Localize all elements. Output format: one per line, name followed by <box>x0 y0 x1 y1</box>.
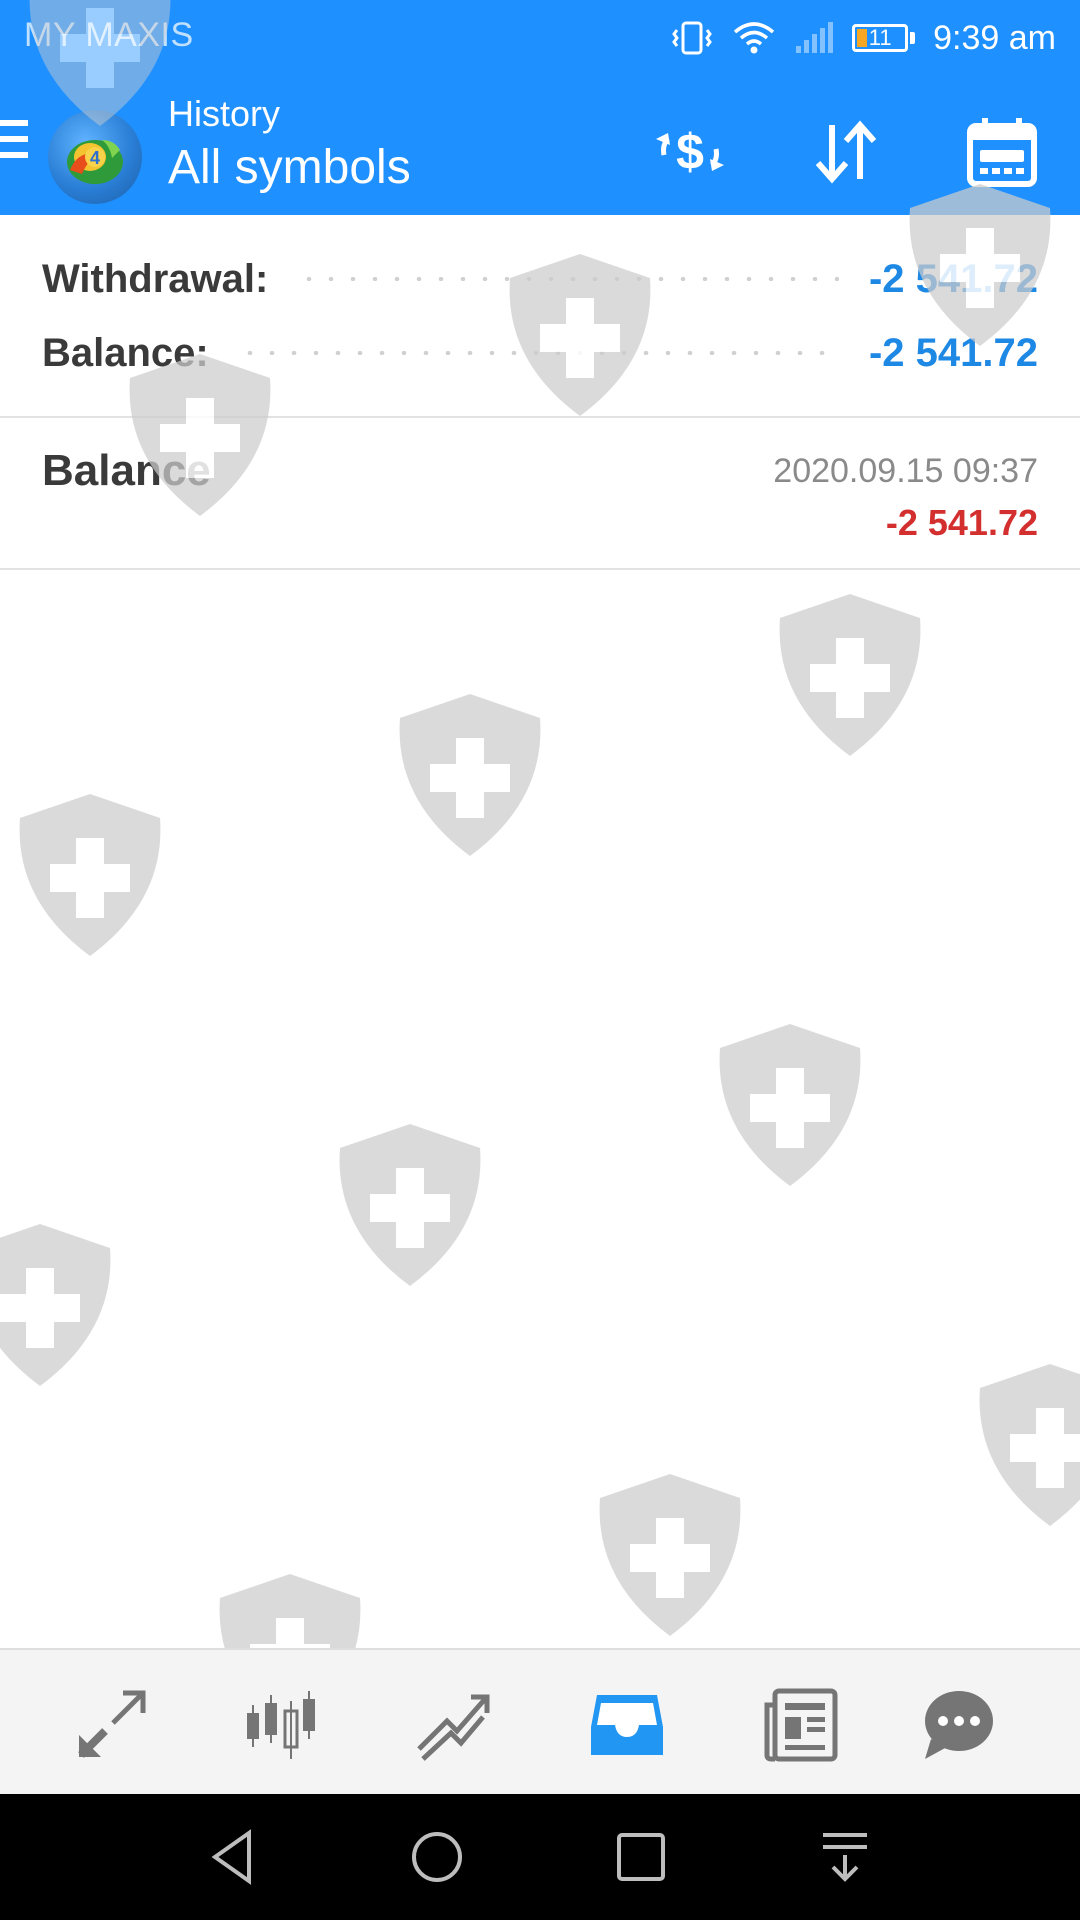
watermark-shield-icon <box>779 594 921 756</box>
watermark-shield-icon <box>0 1224 111 1386</box>
dotted-leader <box>238 351 839 355</box>
quotes-icon <box>78 1690 146 1758</box>
status-icons: 11 9:39 am <box>670 10 1056 66</box>
app-bar: 4 History All symbols $ <box>0 76 1080 215</box>
deposit-withdraw-button[interactable]: $ <box>648 110 732 194</box>
chart-icon <box>247 1691 315 1759</box>
vibrate-icon <box>672 21 713 55</box>
dotted-leader <box>298 277 839 281</box>
signal-icon <box>796 22 834 53</box>
news-icon <box>764 1688 838 1762</box>
wifi-icon <box>734 22 775 54</box>
summary-row-balance: Balance: -2 541.72 <box>42 323 1038 383</box>
clock: 9:39 am <box>933 18 1056 57</box>
history-item[interactable]: Balance 2020.09.15 09:37 -2 541.72 <box>0 418 1080 570</box>
recents-icon <box>617 1833 665 1881</box>
summary-value: -2 541.72 <box>868 256 1038 301</box>
menu-icon-line <box>0 152 28 158</box>
messages-icon <box>925 1691 993 1759</box>
watermark-shield-icon <box>719 1024 861 1186</box>
tab-news[interactable] <box>756 1680 846 1770</box>
summary-value: -2 541.72 <box>868 330 1038 375</box>
battery-icon: 11 <box>852 24 909 52</box>
tab-messages[interactable] <box>914 1680 1004 1770</box>
page-subtitle: History <box>168 93 281 134</box>
summary-label: Withdrawal: <box>42 256 269 301</box>
summary-section: Withdrawal: -2 541.72 Balance: -2 541.72 <box>0 215 1080 418</box>
menu-icon-line <box>0 136 28 142</box>
header: MY MAXIS 11 9:39 am 4 History All symbol… <box>0 0 1080 215</box>
tab-trade[interactable] <box>408 1680 498 1770</box>
nav-notifications-button[interactable] <box>810 1822 880 1892</box>
watermark-shield-icon <box>19 794 161 956</box>
calendar-button[interactable] <box>960 110 1044 194</box>
home-icon <box>412 1832 462 1882</box>
screen: MY MAXIS 11 9:39 am 4 History All symbol… <box>0 0 1080 1920</box>
svg-text:$: $ <box>676 124 704 180</box>
tab-chart[interactable] <box>236 1680 326 1770</box>
watermark-shield-icon <box>399 694 541 856</box>
menu-icon-line <box>0 120 28 126</box>
battery-level: 11 <box>868 25 892 50</box>
nav-home-button[interactable] <box>402 1822 472 1892</box>
summary-row-withdrawal: Withdrawal: -2 541.72 <box>42 249 1038 309</box>
nav-back-button[interactable] <box>198 1822 268 1892</box>
pull-down-icon <box>823 1833 867 1882</box>
title-block: History All symbols <box>168 92 411 197</box>
watermark-shield-icon <box>979 1364 1080 1526</box>
app-logo: 4 <box>48 110 142 204</box>
calendar-icon <box>967 118 1037 187</box>
watermark-shield-icon <box>339 1124 481 1286</box>
page-title[interactable]: All symbols <box>168 139 411 197</box>
history-icon <box>591 1695 663 1755</box>
watermark-shield-icon <box>599 1474 741 1636</box>
sort-icon <box>815 120 877 184</box>
history-item-type: Balance <box>42 446 211 495</box>
bottom-tab-bar <box>0 1648 1080 1794</box>
summary-label: Balance: <box>42 330 209 375</box>
tab-history[interactable] <box>582 1680 672 1770</box>
deposit-withdraw-icon: $ <box>656 124 724 180</box>
system-nav-bar <box>0 1794 1080 1920</box>
metatrader-logo-icon: 4 <box>67 140 123 184</box>
menu-button[interactable] <box>0 120 30 166</box>
trade-icon <box>417 1694 490 1761</box>
tab-quotes[interactable] <box>66 1680 156 1770</box>
status-bar: MY MAXIS 11 9:39 am <box>0 0 1080 76</box>
svg-text:4: 4 <box>90 148 100 168</box>
back-icon <box>211 1829 251 1885</box>
battery-cap <box>910 32 916 44</box>
history-item-time: 2020.09.15 09:37 <box>773 452 1038 490</box>
sort-button[interactable] <box>804 110 888 194</box>
history-item-amount: -2 541.72 <box>885 502 1038 543</box>
nav-recents-button[interactable] <box>606 1822 676 1892</box>
carrier-name: MY MAXIS <box>24 16 194 54</box>
